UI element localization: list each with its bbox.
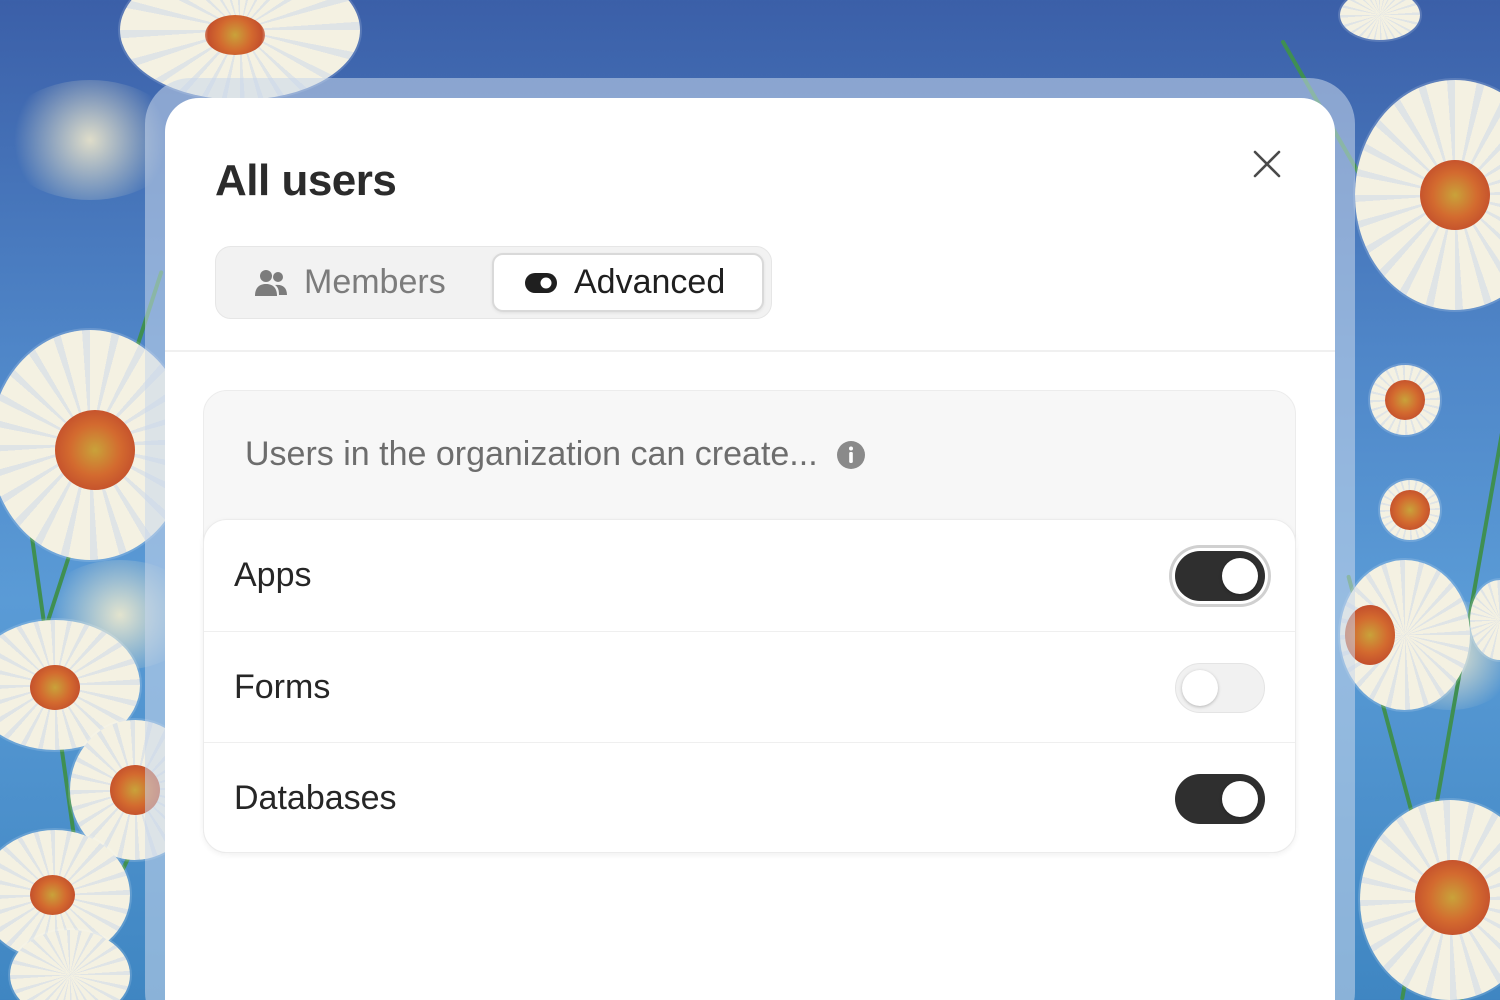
permission-label: Apps <box>234 556 312 594</box>
tab-advanced-label: Advanced <box>574 263 726 301</box>
permissions-card: Users in the organization can create... … <box>203 390 1296 853</box>
close-icon <box>1253 150 1281 178</box>
users-icon <box>254 269 288 297</box>
info-icon[interactable] <box>836 440 866 470</box>
permission-row-apps: Apps <box>204 520 1295 631</box>
dialog-title: All users <box>215 156 397 205</box>
tab-switcher: Members Advanced <box>215 246 772 319</box>
close-button[interactable] <box>1245 142 1289 186</box>
toggle-knob <box>1222 558 1258 594</box>
databases-toggle[interactable] <box>1175 774 1265 824</box>
permission-row-forms: Forms <box>204 631 1295 742</box>
permissions-heading-text: Users in the organization can create... <box>245 435 818 473</box>
apps-toggle[interactable] <box>1175 551 1265 601</box>
all-users-dialog: All users Members Advanced Users in the … <box>165 98 1335 1000</box>
tab-members-label: Members <box>304 263 446 301</box>
permission-row-databases: Databases <box>204 742 1295 853</box>
permission-label: Forms <box>234 667 331 706</box>
permissions-list: Apps Forms Databases <box>203 519 1296 853</box>
toggle-knob <box>1182 670 1218 706</box>
header-divider <box>165 350 1335 352</box>
tab-advanced[interactable]: Advanced <box>492 253 764 312</box>
toggle-icon <box>524 272 558 294</box>
forms-toggle[interactable] <box>1175 663 1265 713</box>
permission-label: Databases <box>234 778 397 817</box>
toggle-knob <box>1222 781 1258 817</box>
tab-members[interactable]: Members <box>224 253 489 312</box>
permissions-heading: Users in the organization can create... <box>245 435 866 474</box>
